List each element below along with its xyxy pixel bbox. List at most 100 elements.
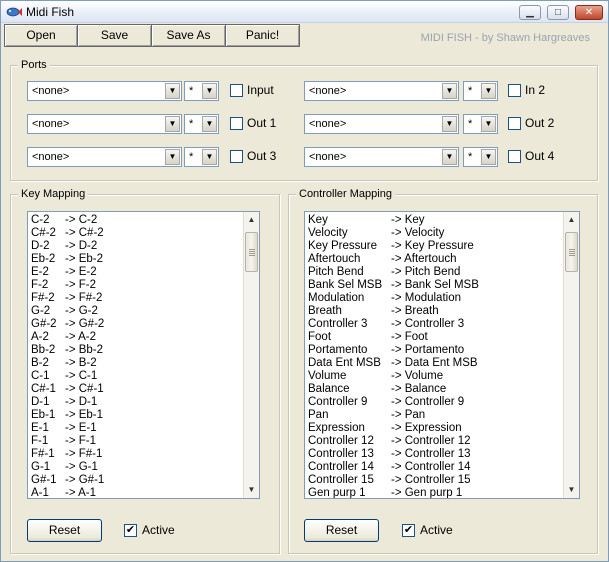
list-item[interactable]: G-1 -> G-1 — [31, 461, 241, 474]
mapping-target: -> Controller 3 — [391, 318, 465, 330]
chevron-down-icon[interactable]: ▼ — [165, 149, 180, 165]
minimize-button[interactable]: ▁ — [519, 5, 541, 20]
key-reset-button[interactable]: Reset — [27, 519, 102, 542]
list-item[interactable]: F-2 -> F-2 — [31, 279, 241, 292]
key-mapping-list[interactable]: C-2 -> C-2 C#-2 -> C#-2 D-2 -> D-2 Eb-2 -> Eb-2… — [27, 211, 260, 499]
mapping-target: -> Key Pressure — [391, 240, 474, 252]
list-item[interactable]: F-1 -> F-1 — [31, 435, 241, 448]
list-item[interactable]: Controller 15 -> Controller 15 — [308, 474, 561, 487]
out1-checkbox[interactable] — [230, 117, 243, 130]
list-item[interactable]: D-2 -> D-2 — [31, 240, 241, 253]
controller-mapping-list[interactable]: Key -> Key Velocity -> Velocity Key Pressure… — [304, 211, 580, 499]
list-item[interactable]: G#-1 -> G#-1 — [31, 474, 241, 487]
list-item[interactable]: C#-2 -> C#-2 — [31, 227, 241, 240]
arrow-up-icon[interactable]: ▲ — [244, 212, 259, 228]
list-item[interactable]: Portamento -> Portamento — [308, 344, 561, 357]
port-channel-select[interactable]: * ▼ — [463, 114, 498, 134]
chevron-down-icon[interactable]: ▼ — [442, 149, 457, 165]
list-item[interactable]: A-2 -> A-2 — [31, 331, 241, 344]
list-item[interactable]: F#-1 -> F#-1 — [31, 448, 241, 461]
list-item[interactable]: Key Pressure -> Key Pressure — [308, 240, 561, 253]
port-device-select[interactable]: <none> ▼ — [27, 147, 182, 167]
open-button[interactable]: Open — [4, 24, 78, 47]
arrow-up-icon[interactable]: ▲ — [564, 212, 579, 228]
list-item[interactable]: Volume -> Volume — [308, 370, 561, 383]
list-item[interactable]: Eb-2 -> Eb-2 — [31, 253, 241, 266]
port-device-select[interactable]: <none> ▼ — [304, 147, 459, 167]
list-item[interactable]: Controller 9 -> Controller 9 — [308, 396, 561, 409]
port-channel-select[interactable]: * ▼ — [184, 81, 219, 101]
arrow-down-icon[interactable]: ▼ — [244, 482, 259, 498]
list-item[interactable]: D-1 -> D-1 — [31, 396, 241, 409]
list-item[interactable]: Foot -> Foot — [308, 331, 561, 344]
list-item[interactable]: Eb-1 -> Eb-1 — [31, 409, 241, 422]
port-device-select[interactable]: <none> ▼ — [27, 81, 182, 101]
list-item[interactable]: Controller 14 -> Controller 14 — [308, 461, 561, 474]
scroll-thumb[interactable] — [565, 232, 578, 272]
chevron-down-icon[interactable]: ▼ — [165, 83, 180, 99]
list-item[interactable]: Pitch Bend -> Pitch Bend — [308, 266, 561, 279]
chevron-down-icon[interactable]: ▼ — [481, 116, 496, 132]
out4-checkbox[interactable] — [508, 150, 521, 163]
controller-reset-button[interactable]: Reset — [304, 519, 379, 542]
close-button[interactable]: ✕ — [575, 5, 603, 20]
input-checkbox[interactable] — [230, 84, 243, 97]
list-item[interactable]: G#-2 -> G#-2 — [31, 318, 241, 331]
list-item[interactable]: Velocity -> Velocity — [308, 227, 561, 240]
mapping-target: -> B-2 — [65, 357, 97, 369]
list-item[interactable]: Breath -> Breath — [308, 305, 561, 318]
list-item[interactable]: Bank Sel MSB -> Bank Sel MSB — [308, 279, 561, 292]
list-item[interactable]: Bb-2 -> Bb-2 — [31, 344, 241, 357]
list-item[interactable]: B-2 -> B-2 — [31, 357, 241, 370]
scroll-thumb[interactable] — [245, 232, 258, 272]
list-item[interactable]: C-2 -> C-2 — [31, 214, 241, 227]
port-device-select[interactable]: <none> ▼ — [27, 114, 182, 134]
key-mapping-scrollbar[interactable]: ▲ ▼ — [243, 212, 259, 498]
list-item[interactable]: Gen purp 1 -> Gen purp 1 — [308, 487, 561, 498]
list-item[interactable]: Data Ent MSB -> Data Ent MSB — [308, 357, 561, 370]
chevron-down-icon[interactable]: ▼ — [165, 116, 180, 132]
chevron-down-icon[interactable]: ▼ — [202, 83, 217, 99]
key-active-checkbox[interactable]: ✔ — [124, 524, 137, 537]
list-item[interactable]: Controller 3 -> Controller 3 — [308, 318, 561, 331]
list-item[interactable]: G-2 -> G-2 — [31, 305, 241, 318]
port-channel-select[interactable]: * ▼ — [184, 147, 219, 167]
list-item[interactable]: C-1 -> C-1 — [31, 370, 241, 383]
chevron-down-icon[interactable]: ▼ — [481, 149, 496, 165]
chevron-down-icon[interactable]: ▼ — [202, 116, 217, 132]
out3-checkbox[interactable] — [230, 150, 243, 163]
list-item[interactable]: Modulation -> Modulation — [308, 292, 561, 305]
out2-checkbox[interactable] — [508, 117, 521, 130]
chevron-down-icon[interactable]: ▼ — [442, 116, 457, 132]
panic-button[interactable]: Panic! — [225, 24, 300, 47]
controller-active-checkbox[interactable]: ✔ — [402, 524, 415, 537]
chevron-down-icon[interactable]: ▼ — [481, 83, 496, 99]
title-bar[interactable]: Midi Fish ▁ □ ✕ — [1, 1, 608, 23]
list-item[interactable]: Balance -> Balance — [308, 383, 561, 396]
port-channel-select[interactable]: * ▼ — [463, 81, 498, 101]
arrow-down-icon[interactable]: ▼ — [564, 482, 579, 498]
list-item[interactable]: E-1 -> E-1 — [31, 422, 241, 435]
list-item[interactable]: Controller 12 -> Controller 12 — [308, 435, 561, 448]
chevron-down-icon[interactable]: ▼ — [442, 83, 457, 99]
save-button[interactable]: Save — [77, 24, 152, 47]
chevron-down-icon[interactable]: ▼ — [202, 149, 217, 165]
list-item[interactable]: Controller 13 -> Controller 13 — [308, 448, 561, 461]
list-item[interactable]: A-1 -> A-1 — [31, 487, 241, 498]
port-device-select[interactable]: <none> ▼ — [304, 81, 459, 101]
list-item[interactable]: Aftertouch -> Aftertouch — [308, 253, 561, 266]
list-item[interactable]: Expression -> Expression — [308, 422, 561, 435]
port-device-select[interactable]: <none> ▼ — [304, 114, 459, 134]
list-item[interactable]: Key -> Key — [308, 214, 561, 227]
save-as-button[interactable]: Save As — [151, 24, 226, 47]
controller-mapping-scrollbar[interactable]: ▲ ▼ — [563, 212, 579, 498]
maximize-button[interactable]: □ — [547, 5, 569, 20]
in2-checkbox[interactable] — [508, 84, 521, 97]
list-item[interactable]: Pan -> Pan — [308, 409, 561, 422]
list-item[interactable]: E-2 -> E-2 — [31, 266, 241, 279]
mapping-source: Key — [308, 214, 328, 226]
port-channel-select[interactable]: * ▼ — [463, 147, 498, 167]
list-item[interactable]: F#-2 -> F#-2 — [31, 292, 241, 305]
port-channel-select[interactable]: * ▼ — [184, 114, 219, 134]
list-item[interactable]: C#-1 -> C#-1 — [31, 383, 241, 396]
